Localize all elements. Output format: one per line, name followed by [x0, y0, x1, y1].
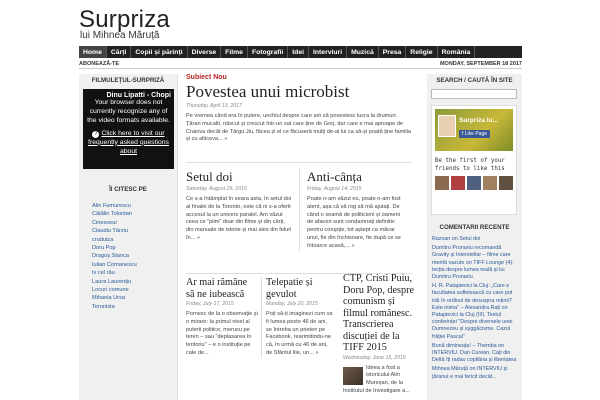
post-title[interactable]: CTP, Cristi Puiu, Doru Pop, despre comun…: [343, 273, 418, 354]
nav-romania[interactable]: România: [438, 46, 476, 58]
post-date: Friday, August 14, 2015: [307, 186, 362, 192]
video-unsupported-message: Your browser does not currently recogniz…: [87, 99, 170, 125]
face-avatar[interactable]: [499, 176, 513, 190]
post-date: Saturday, August 29, 2015: [186, 186, 247, 192]
cites-widget-title: ÎI CITESC PE: [109, 186, 147, 193]
post-thumbnail[interactable]: [343, 366, 363, 385]
blogroll-item[interactable]: crudutza: [92, 236, 177, 244]
facebook-like-button[interactable]: f Like Page: [459, 130, 491, 138]
post-card: Telepatie și gevulot Monday, July 20, 20…: [261, 277, 336, 358]
post-excerpt: Ce s-a întâmplat în seara asta, în setul…: [186, 196, 292, 241]
comment-item[interactable]: Dumitru Prunariu recomandă Gravity și In…: [432, 245, 517, 281]
nav-interviuri[interactable]: Interviuri: [309, 46, 348, 58]
post-excerpt: Pornesc de la o observație și o mirare: …: [186, 311, 258, 356]
face-avatar[interactable]: [467, 176, 481, 190]
blogroll-item[interactable]: Alin Fumurescu: [92, 202, 177, 210]
blogroll-item[interactable]: Dragoș Stanca: [92, 252, 177, 260]
nav-copii-si-parinti[interactable]: Copii și părinți: [131, 46, 188, 58]
post-excerpt: Ideea a fost a istoricului Alin Mureșan,…: [343, 364, 410, 394]
main-content: Subiect Nou Povestea unui microbist Thur…: [186, 74, 412, 358]
face-avatar[interactable]: [483, 176, 497, 190]
post-card: Anti-cânța Friday, August 14, 2015 Poate…: [299, 169, 412, 251]
lead-post-title[interactable]: Povestea unui microbist: [186, 82, 412, 102]
facebook-icon: f: [462, 131, 464, 137]
current-date: MONDAY, SEPTEMBER 18 2017: [439, 61, 522, 67]
lead-post-date: Thursday, April 13, 2017: [186, 103, 242, 109]
blogroll-item[interactable]: Cătălin Tolontan: [92, 210, 177, 218]
facebook-avatar[interactable]: [438, 115, 456, 137]
nav-home[interactable]: Home: [79, 46, 107, 58]
blogroll-item[interactable]: Mihaela Ursa: [92, 294, 177, 302]
nav-fotografii[interactable]: Fotografii: [248, 46, 289, 58]
nav-idei[interactable]: Idei: [288, 46, 309, 58]
facebook-faces: [435, 176, 513, 190]
video-faq-link[interactable]: ? Click here to visit our frequently aske…: [85, 129, 172, 157]
comment-item[interactable]: Mihnea Măruță on INTERVIU și țăranul e m…: [432, 366, 517, 380]
blogroll-item[interactable]: Laura Laurențiu: [92, 278, 177, 286]
comment-item[interactable]: Razvan on Setul doi: [432, 236, 517, 243]
comment-item[interactable]: H. R. Patapievici la Cluj: „Care e facul…: [432, 283, 517, 341]
comment-item[interactable]: Bună dimineața! – Themba on INTERVIU. Da…: [432, 343, 517, 365]
sub-bar: ABONEAZĂ-TE MONDAY, SEPTEMBER 18 2017: [79, 60, 522, 69]
mid-posts-row: Setul doi Saturday, August 29, 2015 Ce s…: [186, 162, 412, 251]
subscribe-link[interactable]: ABONEAZĂ-TE: [79, 61, 119, 67]
post-date: Friday, July 17, 2015: [186, 301, 234, 307]
blogroll: Alin Fumurescu Cătălin Tolontan Cinesseu…: [79, 202, 177, 311]
post-title[interactable]: Setul doi: [186, 169, 293, 185]
facebook-page-name[interactable]: Surpriza lu...: [459, 117, 498, 124]
post-card: Setul doi Saturday, August 29, 2015 Ce s…: [186, 169, 299, 251]
blogroll-item[interactable]: Teronista: [92, 303, 177, 311]
lead-post-excerpt: Pe vremea când era în putere, unchiul de…: [186, 113, 412, 143]
post-title[interactable]: Telepatie și gevulot: [266, 277, 333, 300]
post-title[interactable]: Anti-cânța: [307, 169, 406, 185]
video-player[interactable]: Dinu Lipatti - Chopi Your browser does n…: [83, 89, 174, 169]
post-title[interactable]: Ar mai rămâne să ne iubească: [186, 277, 258, 300]
blogroll-item[interactable]: Iulian Comanescu: [92, 261, 177, 269]
blogroll-item[interactable]: Cinesseur: [92, 219, 177, 227]
search-input[interactable]: [431, 89, 517, 99]
section-kicker: Subiect Nou: [186, 74, 227, 81]
nav-religie[interactable]: Religie: [406, 46, 438, 58]
face-avatar[interactable]: [451, 176, 465, 190]
video-widget-title: FILMULEȚUL-SURPRIZĂ: [91, 77, 165, 84]
nav-carti[interactable]: Cărți: [107, 46, 132, 58]
post-card: Ar mai rămâne să ne iubească Friday, Jul…: [186, 277, 261, 358]
post-card-ctp: CTP, Cristi Puiu, Doru Pop, despre comun…: [343, 273, 418, 396]
nav-diverse[interactable]: Diverse: [188, 46, 222, 58]
post-date: Monday, July 20, 2015: [266, 301, 318, 307]
video-title: Dinu Lipatti - Chopi: [106, 92, 171, 99]
right-sidebar: SEARCH / CAUTĂ ÎN SITE Surpriza lu... f …: [427, 74, 522, 400]
nav-filme[interactable]: Filme: [221, 46, 248, 58]
nav-presa[interactable]: Presa: [379, 46, 407, 58]
blogroll-item[interactable]: Doru Pop: [92, 244, 177, 252]
comments-widget-title: COMENTARII RECENTE: [439, 224, 510, 231]
left-sidebar: FILMULEȚUL-SURPRIZĂ Dinu Lipatti - Chopi…: [79, 74, 178, 400]
facebook-friends-text: Be the first of your friends to like thi…: [435, 158, 505, 172]
post-date: Wednesday, June 15, 2015: [343, 354, 406, 361]
blogroll-item[interactable]: Iv cel rău: [92, 269, 177, 277]
face-avatar[interactable]: [435, 176, 449, 190]
facebook-page-widget: Surpriza lu... f Like Page Be the first …: [431, 105, 517, 215]
site-description: lui Mihnea Măruță: [80, 30, 160, 41]
help-icon: ?: [92, 130, 100, 138]
blogroll-item[interactable]: Claudiu Târziu: [92, 227, 177, 235]
facebook-cover[interactable]: Surpriza lu... f Like Page: [435, 109, 513, 151]
blogroll-item[interactable]: Locuri comune: [92, 286, 177, 294]
main-navigation: Home Cărți Copii și părinți Diverse Film…: [79, 46, 522, 58]
recent-comments: Razvan on Setul doi Dumitru Prunariu rec…: [427, 234, 522, 385]
post-excerpt: Poți să-ți imaginezi cum va fi lumea pes…: [266, 311, 333, 356]
nav-muzica[interactable]: Muzică: [347, 46, 379, 58]
search-widget-title: SEARCH / CAUTĂ ÎN SITE: [436, 77, 513, 84]
post-excerpt: Poate n-am văzut eu, poate n-am fost ate…: [307, 196, 401, 249]
